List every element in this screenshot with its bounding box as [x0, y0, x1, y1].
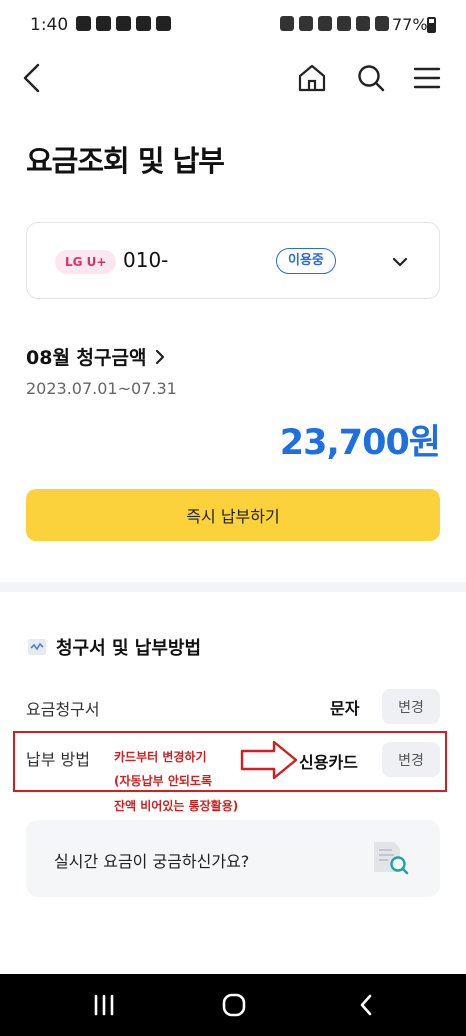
carrier-badge: LG U+ [55, 250, 117, 274]
search-icon [358, 65, 385, 92]
notification-icon [116, 16, 131, 31]
bill-type-label: 요금청구서 [26, 700, 100, 719]
notification-icons [76, 16, 171, 31]
bill-type-value: 문자 [330, 699, 360, 718]
phone-number: 010- [123, 248, 169, 272]
wifi-icon [356, 16, 370, 31]
annotation-line3: 잔액 비어있는 통장활용) [114, 799, 239, 813]
recents-button[interactable] [84, 990, 124, 1020]
recents-icon [94, 994, 114, 1016]
chevron-left-icon [23, 63, 40, 93]
notification-icon [136, 16, 151, 31]
chevron-down-icon [392, 257, 408, 267]
battery-icon [427, 17, 436, 33]
line-selector[interactable]: LG U+ 010- 이용중 [26, 222, 440, 299]
bill-month-link[interactable]: 08월 청구금액 [26, 343, 166, 370]
document-search-icon [374, 842, 409, 875]
system-nav-bar [0, 974, 466, 1036]
annotation-box [13, 731, 447, 792]
realtime-usage-card[interactable]: 실시간 요금이 궁금하신가요? [26, 820, 440, 897]
section-divider [0, 582, 466, 592]
bill-period: 2023.07.01~07.31 [26, 379, 177, 398]
annotation-line2: (자동납부 안되도록 [114, 774, 212, 788]
status-bar: 1:40 77% [0, 0, 466, 52]
menu-button[interactable] [407, 58, 447, 98]
search-button[interactable] [351, 58, 391, 98]
system-icons [280, 16, 389, 31]
notification-icon [76, 16, 91, 31]
chevron-right-icon [156, 349, 165, 364]
change-bill-type-button[interactable]: 변경 [382, 689, 440, 724]
section-title: 청구서 및 납부방법 [26, 634, 201, 660]
notification-icon [156, 16, 171, 31]
section-title-text: 청구서 및 납부방법 [56, 638, 202, 659]
page-title: 요금조회 및 납부 [26, 144, 225, 178]
bluetooth-icon [318, 16, 332, 31]
home-icon [298, 64, 326, 92]
pay-now-button[interactable]: 즉시 납부하기 [26, 489, 440, 541]
alarm-icon [299, 16, 313, 31]
home-button[interactable] [292, 58, 332, 98]
status-badge: 이용중 [276, 248, 336, 274]
system-icon [280, 16, 294, 31]
realtime-usage-text: 실시간 요금이 궁금하신가요? [54, 852, 250, 871]
back-button[interactable] [12, 58, 52, 98]
home-circle-icon [222, 993, 246, 1017]
bill-month-label: 08월 청구금액 [26, 347, 147, 369]
invoice-icon [28, 639, 46, 655]
signal-icon [375, 16, 389, 31]
hamburger-icon [413, 67, 441, 89]
battery-percent: 77% [392, 15, 428, 34]
annotation-line1: 카드부터 변경하기 [114, 750, 207, 764]
back-nav-icon [360, 994, 372, 1016]
notification-icon [96, 16, 111, 31]
back-nav-button[interactable] [346, 990, 386, 1020]
bill-amount: 23,700원 [279, 423, 441, 463]
annotation-arrow-icon [240, 740, 298, 780]
mute-icon [337, 16, 351, 31]
status-time: 1:40 [30, 15, 69, 35]
home-nav-button[interactable] [214, 990, 254, 1020]
